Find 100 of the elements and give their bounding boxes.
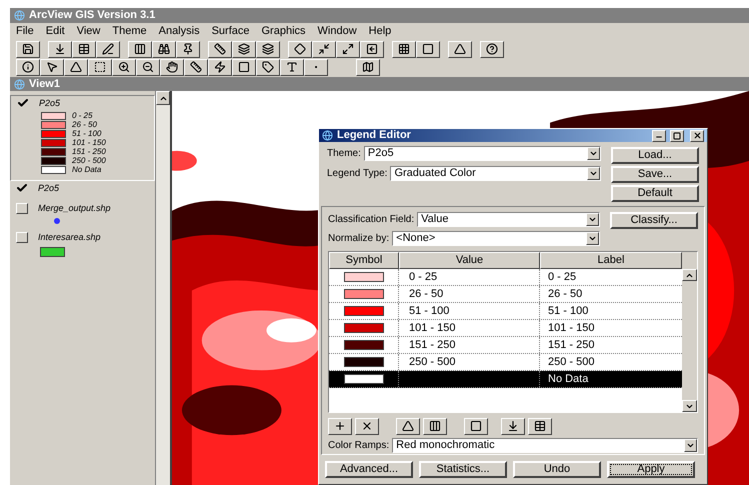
- column-header[interactable]: Value: [399, 252, 540, 269]
- scroll-bar[interactable]: [682, 269, 697, 412]
- toc-entry[interactable]: Merge_output.shp: [10, 201, 155, 230]
- toolbar-button[interactable]: [184, 58, 208, 76]
- toolbar-button[interactable]: [396, 418, 420, 434]
- dropdown-field[interactable]: Graduated Color: [390, 166, 601, 181]
- visibility-checkbox[interactable]: [16, 202, 28, 214]
- toolbar-button[interactable]: [328, 418, 352, 434]
- symbol-swatch[interactable]: [344, 340, 384, 350]
- toolbar-button[interactable]: [280, 58, 304, 76]
- shrink-icon: [318, 43, 330, 55]
- menu-item[interactable]: Window: [318, 26, 357, 37]
- menu-item[interactable]: File: [16, 26, 34, 37]
- visibility-checkbox[interactable]: [16, 182, 28, 194]
- toolbar-button[interactable]: [96, 40, 120, 58]
- dialog-button[interactable]: Statistics...: [419, 461, 507, 478]
- delete-icon: [361, 420, 373, 432]
- dropdown-field[interactable]: <None>: [392, 231, 600, 246]
- menu-item[interactable]: Analysis: [158, 26, 200, 37]
- field-label: Theme:: [327, 148, 361, 158]
- legend-row[interactable]: 51 - 100 51 - 100: [329, 303, 682, 320]
- scroll-bar[interactable]: [155, 91, 170, 485]
- toolbar-button[interactable]: [112, 58, 136, 76]
- dialog-button[interactable]: Classify...: [610, 212, 698, 229]
- toolbar-button[interactable]: [392, 40, 416, 58]
- map-icon: [362, 61, 374, 73]
- toolbar-button[interactable]: [528, 418, 552, 434]
- symbol-swatch[interactable]: [344, 289, 384, 299]
- toolbar-button[interactable]: [48, 40, 72, 58]
- toolbar-button[interactable]: [176, 40, 200, 58]
- toolbar-button[interactable]: [355, 418, 379, 434]
- toolbar-button[interactable]: [232, 58, 256, 76]
- visibility-checkbox[interactable]: [16, 232, 28, 242]
- toolbar-button[interactable]: [88, 58, 112, 76]
- menu-item[interactable]: Surface: [212, 26, 250, 37]
- dialog-button[interactable]: Apply: [607, 461, 695, 478]
- legend-row[interactable]: 250 - 500 250 - 500: [329, 354, 682, 371]
- dialog-button[interactable]: Save...: [611, 166, 699, 183]
- toolbar-button[interactable]: [16, 58, 40, 76]
- toolbar-button[interactable]: [416, 40, 440, 58]
- toolbar-button[interactable]: [464, 418, 488, 434]
- legend-row[interactable]: 151 - 250 151 - 250: [329, 337, 682, 354]
- toolbar-button[interactable]: [336, 40, 360, 58]
- toolbar-button[interactable]: [356, 58, 380, 76]
- toolbar-button[interactable]: [40, 58, 64, 76]
- dropdown-field[interactable]: Red monochromatic: [392, 438, 698, 453]
- legend-class-label: 26 - 50: [72, 120, 97, 128]
- symbol-swatch[interactable]: [344, 374, 384, 384]
- column-header[interactable]: Symbol: [329, 252, 399, 269]
- toolbar-button[interactable]: [312, 40, 336, 58]
- toolbar-button[interactable]: [136, 58, 160, 76]
- toolbar-button[interactable]: [480, 40, 504, 58]
- diamond-icon: [294, 43, 306, 55]
- toc-entry[interactable]: P2o5: [10, 181, 155, 201]
- toolbar-button[interactable]: [256, 40, 280, 58]
- legend-row[interactable]: 26 - 50 26 - 50: [329, 286, 682, 303]
- menu-item[interactable]: Graphics: [262, 26, 306, 37]
- visibility-checkbox[interactable]: [17, 98, 29, 108]
- toolbar-button[interactable]: [160, 58, 184, 76]
- toolbar-button[interactable]: [208, 58, 232, 76]
- toolbar-button[interactable]: [288, 40, 312, 58]
- close-button[interactable]: [690, 130, 704, 142]
- dialog-button[interactable]: Default: [611, 185, 699, 202]
- maximize-button[interactable]: [670, 130, 684, 142]
- toolbar-button[interactable]: [360, 40, 384, 58]
- symbol-swatch[interactable]: [344, 272, 384, 282]
- symbol-swatch[interactable]: [344, 357, 384, 367]
- toolbar-button[interactable]: [152, 40, 176, 58]
- toolbar-button[interactable]: [16, 40, 40, 58]
- legend-row[interactable]: 0 - 25 0 - 25: [329, 269, 682, 286]
- symbol-swatch[interactable]: [344, 323, 384, 333]
- toolbar-button[interactable]: [423, 418, 447, 434]
- toolbar-button[interactable]: [128, 40, 152, 58]
- menu-item[interactable]: View: [76, 26, 100, 37]
- legend-row[interactable]: No Data: [329, 371, 682, 388]
- toolbar-button[interactable]: [256, 58, 280, 76]
- dropdown-field[interactable]: P2o5: [364, 146, 601, 161]
- symbol-swatch[interactable]: [344, 306, 384, 316]
- legend-row[interactable]: 101 - 150 101 - 150: [329, 320, 682, 337]
- dialog-button[interactable]: Undo: [513, 461, 601, 478]
- dialog-button[interactable]: Load...: [611, 147, 699, 164]
- expand-icon: [342, 43, 354, 55]
- toc-entry[interactable]: P2o5 0 - 25 26 - 50 51 - 100 101 - 150 151 - 250 250 - 500 No Data: [10, 95, 155, 181]
- toolbar-button[interactable]: [64, 58, 88, 76]
- vertex-icon: [70, 61, 82, 73]
- toolbar-button[interactable]: [232, 40, 256, 58]
- column-header[interactable]: Label: [540, 252, 682, 269]
- menu-item[interactable]: Help: [368, 26, 392, 37]
- dialog-button[interactable]: Advanced...: [325, 461, 413, 478]
- dropdown-field[interactable]: Value: [417, 212, 600, 227]
- toolbar-button[interactable]: [208, 40, 232, 58]
- menu-item[interactable]: Theme: [112, 26, 147, 37]
- toolbar-button[interactable]: [304, 58, 328, 76]
- toolbar-button[interactable]: [72, 40, 96, 58]
- toc-entry[interactable]: Interesarea.shp: [10, 230, 155, 263]
- toolbar-button[interactable]: [448, 40, 472, 58]
- menu-item[interactable]: Edit: [46, 26, 65, 37]
- minimize-button[interactable]: [652, 130, 666, 142]
- toolbar-button[interactable]: [501, 418, 525, 434]
- app-globe-icon: [14, 10, 25, 21]
